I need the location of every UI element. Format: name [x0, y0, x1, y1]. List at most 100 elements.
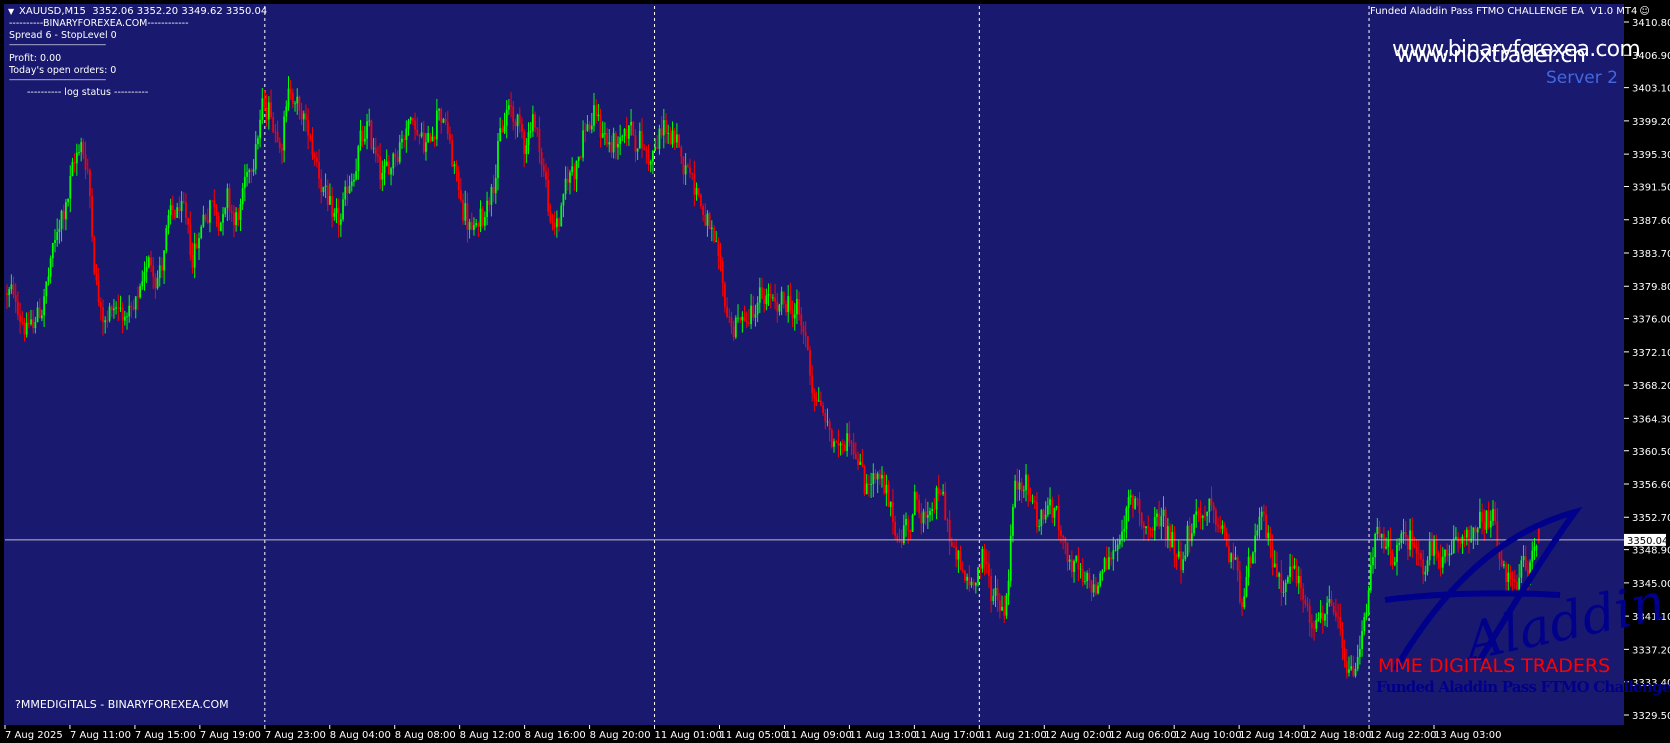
info-open-orders: Today's open orders: 0	[9, 65, 117, 76]
candle-body	[1487, 510, 1490, 528]
candle-body	[1012, 506, 1014, 536]
candle-body	[750, 305, 752, 325]
candle-body	[499, 128, 502, 142]
candle-body	[619, 137, 622, 144]
candle-body	[937, 487, 940, 494]
candle-body	[1105, 558, 1108, 570]
candle-body	[1267, 532, 1270, 539]
candle-body	[425, 142, 427, 152]
candle-body	[58, 228, 61, 232]
candle-body	[885, 484, 888, 494]
candle-body	[590, 125, 593, 130]
candle-body	[494, 177, 497, 194]
candle-body	[1450, 553, 1453, 555]
candle-body	[41, 315, 43, 319]
candle-body	[796, 299, 798, 315]
candle-body	[1452, 538, 1455, 554]
candle-body	[1232, 553, 1235, 560]
price-tick-label: 3337.20	[1632, 645, 1670, 656]
candle-body	[1038, 526, 1041, 527]
chart-menu-arrow[interactable]: ▼	[8, 8, 14, 16]
candle-body	[21, 321, 24, 324]
candle-body	[1062, 535, 1065, 538]
candle-body	[1430, 541, 1433, 556]
candle-body	[1420, 553, 1422, 560]
candle-body	[121, 307, 124, 321]
candle-body	[102, 307, 104, 323]
candle-body	[1284, 582, 1287, 593]
candle-body	[900, 541, 903, 544]
candle-body	[708, 213, 711, 229]
candle-body	[337, 207, 340, 225]
candle-body	[606, 133, 608, 145]
candle-body	[916, 491, 918, 500]
candle-body	[457, 171, 460, 190]
candle-body	[165, 228, 168, 251]
price-tick-label: 3399.20	[1632, 117, 1670, 128]
candle-body	[1103, 558, 1106, 571]
candle-body	[918, 499, 921, 514]
candle-body	[1075, 555, 1078, 562]
price-tick-label: 3403.10	[1632, 84, 1670, 95]
candle-body	[1060, 529, 1062, 536]
candle-body	[1489, 520, 1492, 528]
candle-body	[161, 265, 163, 271]
candle-body	[1142, 524, 1145, 529]
candle-body	[968, 576, 971, 586]
candle-body	[811, 375, 814, 394]
candle-body	[651, 150, 654, 162]
candle-body	[536, 127, 539, 129]
candle-body	[1097, 585, 1099, 594]
candle-body	[69, 176, 72, 199]
candle-body	[957, 550, 960, 560]
candle-body	[935, 487, 938, 510]
candle-body	[300, 110, 303, 120]
candle-body	[89, 170, 91, 197]
candle-body	[230, 211, 233, 213]
candle-body	[444, 118, 447, 123]
candle-body	[257, 138, 259, 145]
candle-body	[593, 105, 595, 126]
candle-body	[861, 461, 864, 467]
candle-body	[1485, 510, 1488, 530]
candle-body	[1278, 573, 1281, 577]
time-tick-label: 7 Aug 11:00	[70, 730, 131, 741]
candle-body	[817, 400, 820, 402]
candle-body	[983, 548, 986, 563]
candle-body	[693, 173, 696, 195]
candle-body	[889, 502, 892, 507]
candle-body	[335, 207, 338, 214]
candle-body	[778, 304, 781, 312]
candle-body	[17, 301, 19, 316]
candle-body	[1441, 556, 1444, 568]
candle-body	[449, 133, 451, 141]
candle-body	[1494, 509, 1497, 522]
candle-body	[1193, 514, 1195, 534]
candle-body	[250, 170, 253, 172]
candle-body	[859, 461, 862, 465]
candle-body	[171, 205, 174, 210]
candle-body	[865, 483, 868, 495]
candle-body	[187, 217, 190, 225]
candle-body	[137, 296, 139, 298]
candle-body	[1533, 546, 1536, 551]
candle-body	[254, 144, 257, 170]
candle-body	[730, 317, 733, 327]
candle-body	[86, 169, 89, 171]
candle-body	[710, 227, 713, 229]
candle-body	[265, 107, 268, 120]
candle-body	[433, 136, 436, 140]
candle-body	[75, 152, 78, 164]
candle-body	[311, 139, 314, 156]
candle-body	[883, 475, 886, 494]
chart-plot-area[interactable]	[4, 4, 1624, 725]
price-chart[interactable]: 3350.04 3410.803406.903403.103399.203395…	[0, 0, 1670, 743]
candle-body	[180, 201, 183, 212]
candle-body	[1376, 526, 1379, 534]
candle-body	[828, 421, 831, 431]
candle-body	[1199, 513, 1202, 518]
candle-body	[1127, 497, 1130, 508]
candle-body	[1293, 565, 1296, 569]
candle-body	[1241, 602, 1243, 608]
candle-body	[1328, 599, 1331, 603]
